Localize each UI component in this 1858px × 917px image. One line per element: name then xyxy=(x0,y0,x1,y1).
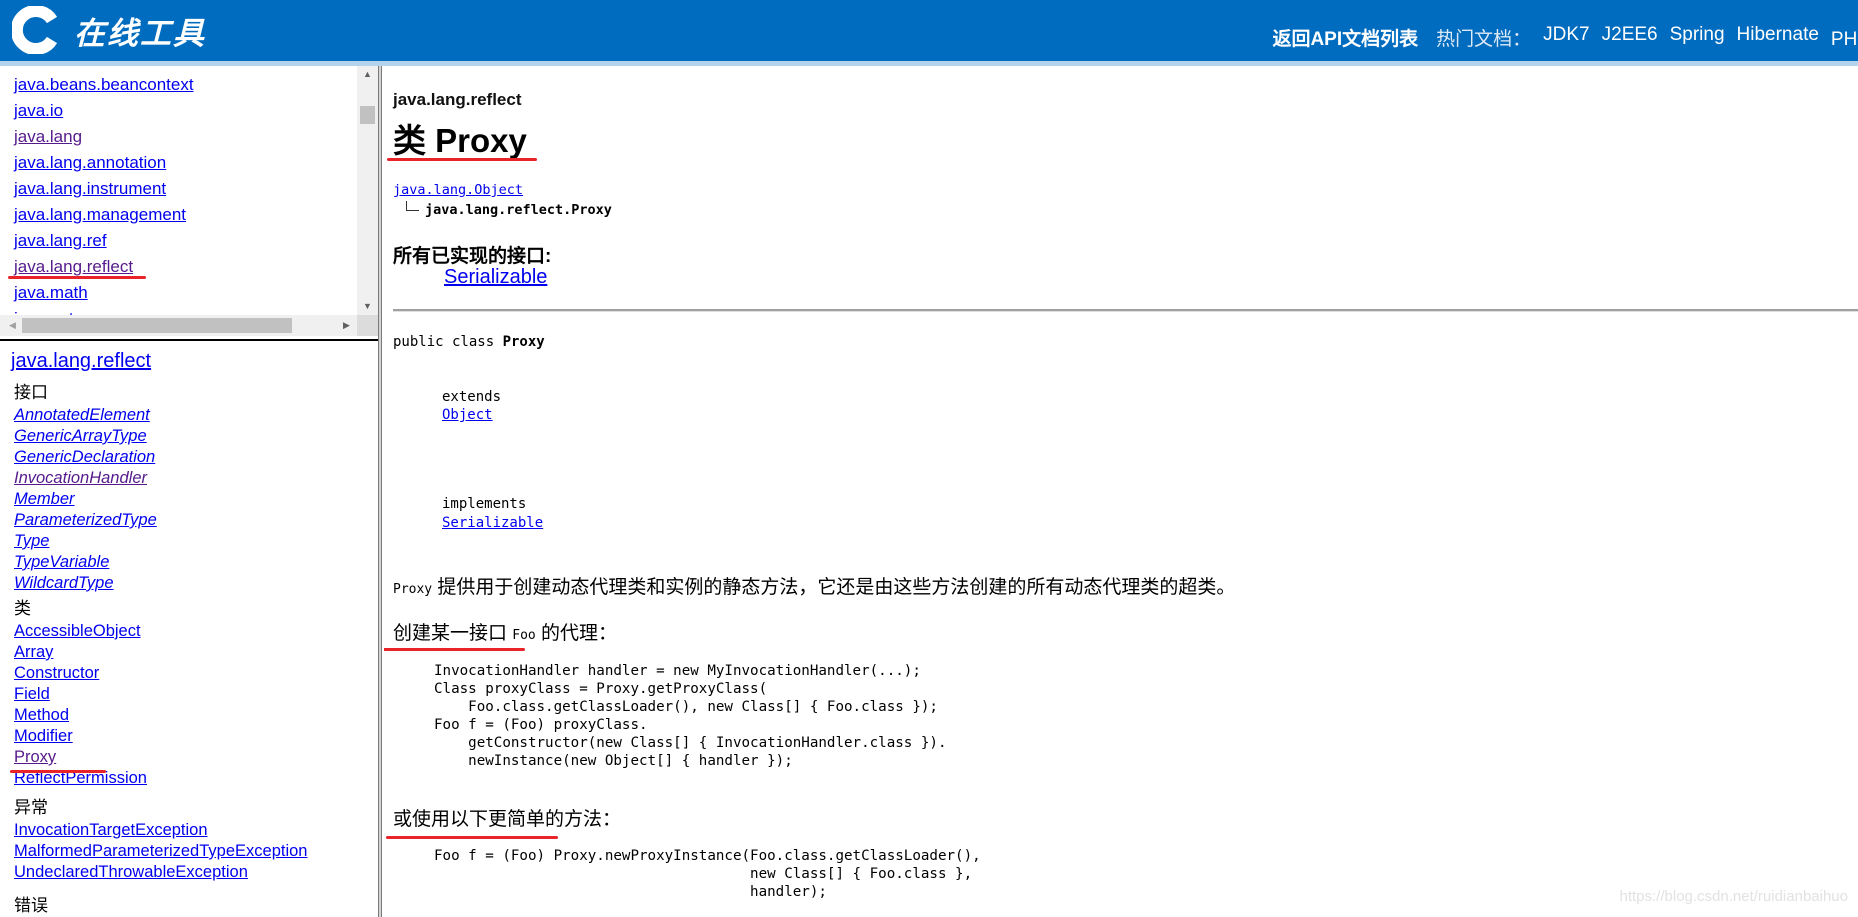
decl-class-name: Proxy xyxy=(502,334,545,350)
example1-heading: 创建某一接口 Foo 的代理： xyxy=(393,618,617,645)
package-list-frame: java.beans.beancontext java.io java.lang ja… xyxy=(0,66,378,340)
package-list: java.beans.beancontext java.io java.lang ja… xyxy=(14,72,194,332)
package-link[interactable]: java.lang.annotation xyxy=(14,150,194,176)
package-list-horizontal-scrollbar[interactable]: ◀ ▶ xyxy=(0,315,357,336)
page-title: 类 Proxy xyxy=(393,122,527,159)
classe-link[interactable]: Field xyxy=(14,684,147,705)
scroll-left-arrow-icon[interactable]: ◀ xyxy=(4,315,21,336)
classe-link[interactable]: Proxy xyxy=(14,747,147,768)
implements-label: implements xyxy=(442,496,527,512)
class-description: Proxy 提供用于创建动态代理类和实例的静态方法，它还是由这些方法创建的所有动… xyxy=(393,572,1235,599)
exception-link[interactable]: InvocationTargetException xyxy=(14,820,307,841)
classes-section: 类 AccessibleObject Array Constructor Field M… xyxy=(14,597,147,789)
classe-link[interactable]: Array xyxy=(14,642,147,663)
classe-link[interactable]: Modifier xyxy=(14,726,147,747)
package-link[interactable]: java.lang xyxy=(14,124,194,150)
class-declaration: public class Proxy xyxy=(393,334,545,350)
implemented-interfaces-heading: 所有已实现的接口: xyxy=(393,246,552,267)
example2-heading: 或使用以下更简单的方法： xyxy=(393,809,622,830)
example1-heading-code: Foo xyxy=(512,628,536,643)
package-link[interactable]: java.lang.management xyxy=(14,202,194,228)
example1-code: InvocationHandler handler = new MyInvoca… xyxy=(434,663,947,769)
interface-link[interactable]: WildcardType xyxy=(14,573,157,594)
hierarchy-parent-link[interactable]: java.lang.Object xyxy=(393,182,523,198)
horizontal-rule xyxy=(393,309,1858,312)
package-link[interactable]: java.math xyxy=(14,280,194,306)
hot-link-spring[interactable]: Spring xyxy=(1670,24,1725,51)
errors-heading: 错误 xyxy=(14,896,48,915)
errors-section: 错误 xyxy=(14,894,48,917)
desc-text: 提供用于创建动态代理类和实例的静态方法，它还是由这些方法创建的所有动态代理类的超… xyxy=(432,577,1236,598)
red-underline-annotation xyxy=(387,158,537,161)
site-logo[interactable]: 在线工具 xyxy=(10,5,206,55)
implemented-serializable-link[interactable]: Serializable xyxy=(444,266,547,289)
hierarchy-self: java.lang.reflect.Proxy xyxy=(406,201,612,218)
package-link[interactable]: java.io xyxy=(14,98,194,124)
class-list-frame: java.lang.reflect 接口 AnnotatedElement Gen… xyxy=(0,341,378,917)
package-list-vertical-scrollbar[interactable]: ▲ ▼ xyxy=(357,66,378,315)
interface-link[interactable]: TypeVariable xyxy=(14,552,157,573)
hot-link-j2ee6[interactable]: J2EE6 xyxy=(1602,24,1658,51)
watermark: https://blog.csdn.net/ruidianbaihuo xyxy=(1619,888,1849,905)
scroll-up-arrow-icon[interactable]: ▲ xyxy=(357,66,378,83)
extends-label: extends xyxy=(442,389,502,405)
example2-code: Foo f = (Foo) Proxy.newProxyInstance(Foo… xyxy=(434,848,981,900)
classe-link[interactable]: AccessibleObject xyxy=(14,621,147,642)
class-doc-content: java.lang.reflect 类 Proxy java.lang.Obje… xyxy=(384,66,1858,917)
exceptions-section: 异常 InvocationTargetException MalformedPar… xyxy=(14,796,307,883)
interfaces-list: AnnotatedElement GenericArrayType GenericD… xyxy=(14,405,157,594)
package-link[interactable]: java.beans.beancontext xyxy=(14,72,194,98)
hot-link-hibernate[interactable]: Hibernate xyxy=(1737,24,1819,51)
site-header: 在线工具 返回API文档列表 热门文档： JDK7 J2EE6 Spring H… xyxy=(0,0,1858,66)
interface-link[interactable]: GenericDeclaration xyxy=(14,447,157,468)
exception-link[interactable]: UndeclaredThrowableException xyxy=(14,862,307,883)
desc-code: Proxy xyxy=(393,582,433,597)
red-underline-annotation xyxy=(384,648,525,651)
interface-link[interactable]: InvocationHandler xyxy=(14,468,157,489)
classe-link[interactable]: Constructor xyxy=(14,663,147,684)
scrollbar-corner xyxy=(357,315,378,336)
decl-prefix: public class xyxy=(393,334,503,350)
package-link[interactable]: java.lang.instrument xyxy=(14,176,194,202)
exceptions-list: InvocationTargetException MalformedParame… xyxy=(14,820,307,883)
classes-heading: 类 xyxy=(14,599,31,618)
interface-link[interactable]: ParameterizedType xyxy=(14,510,157,531)
interfaces-section: 接口 AnnotatedElement GenericArrayType Gener… xyxy=(14,381,157,594)
interface-link[interactable]: GenericArrayType xyxy=(14,426,157,447)
interface-link[interactable]: AnnotatedElement xyxy=(14,405,157,426)
example1-heading-post: 的代理： xyxy=(535,623,618,644)
interface-link[interactable]: Member xyxy=(14,489,157,510)
hierarchy-self-label: java.lang.reflect.Proxy xyxy=(425,202,612,218)
red-underline-annotation xyxy=(8,276,146,279)
interface-link[interactable]: Type xyxy=(14,531,157,552)
red-underline-annotation xyxy=(10,770,106,773)
implements-serializable-link[interactable]: Serializable xyxy=(442,515,543,531)
exceptions-heading: 异常 xyxy=(14,798,48,817)
logo-text: 在线工具 xyxy=(74,15,206,52)
scroll-right-arrow-icon[interactable]: ▶ xyxy=(338,315,355,336)
pane-divider[interactable] xyxy=(378,66,382,917)
classes-list: AccessibleObject Array Constructor Field Met… xyxy=(14,621,147,789)
classe-link[interactable]: Method xyxy=(14,705,147,726)
class-list-package-title[interactable]: java.lang.reflect xyxy=(11,350,151,373)
hot-docs-label: 热门文档： xyxy=(1436,29,1532,50)
top-nav: 返回API文档列表 热门文档： JDK7 J2EE6 Spring Hibern… xyxy=(1272,24,1858,51)
extends-object-link[interactable]: Object xyxy=(442,407,493,423)
horizontal-scroll-thumb[interactable] xyxy=(22,318,292,333)
interfaces-heading: 接口 xyxy=(14,383,48,402)
logo-c-icon xyxy=(10,5,60,55)
exception-link[interactable]: MalformedParameterizedTypeException xyxy=(14,841,307,862)
example1-heading-pre: 创建某一接口 xyxy=(393,623,513,644)
vertical-scroll-thumb[interactable] xyxy=(360,106,375,124)
hot-link-jdk7[interactable]: JDK7 xyxy=(1543,24,1589,51)
hot-link-php[interactable]: PHP中文文档 xyxy=(1831,24,1858,51)
tree-branch-icon xyxy=(406,201,419,211)
back-to-api-list-link[interactable]: 返回API文档列表 xyxy=(1272,24,1418,51)
scroll-down-arrow-icon[interactable]: ▼ xyxy=(357,298,378,315)
content-package-name: java.lang.reflect xyxy=(393,90,522,109)
red-underline-annotation xyxy=(386,836,558,839)
package-link[interactable]: java.lang.ref xyxy=(14,228,194,254)
